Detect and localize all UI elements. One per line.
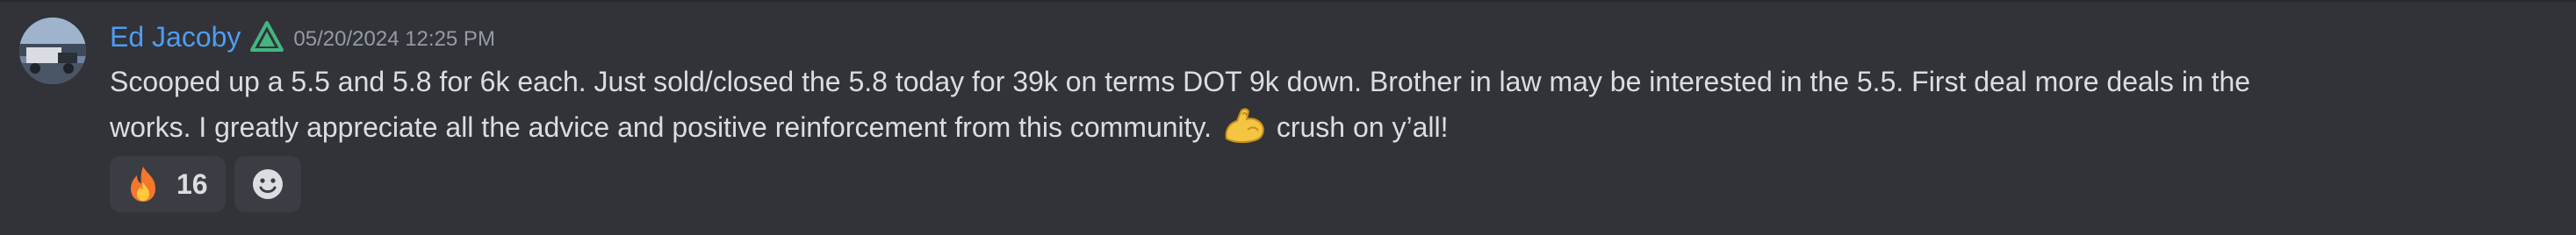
timestamp: 05/20/2024 12:25 PM xyxy=(293,27,495,51)
chat-message: Ed Jacoby 05/20/2024 12:25 PM Scooped up… xyxy=(0,2,2576,235)
message-text-before-emoji: works. I greatly appreciate all the advi… xyxy=(110,111,1212,143)
reactions-bar: 16 xyxy=(110,156,301,212)
message-line-1: Scooped up a 5.5 and 5.8 for 6k each. Ju… xyxy=(110,66,2251,97)
warning-triangle-icon[interactable] xyxy=(249,19,284,54)
reaction-count: 16 xyxy=(176,167,208,200)
message-content: Scooped up a 5.5 and 5.8 for 6k each. Ju… xyxy=(110,60,2551,149)
avatar-image xyxy=(19,18,86,84)
flexed-biceps-emoji xyxy=(1221,103,1267,146)
add-reaction-button[interactable] xyxy=(234,156,301,212)
message-header: Ed Jacoby 05/20/2024 12:25 PM xyxy=(110,18,495,56)
fire-emoji xyxy=(124,165,162,203)
smiley-add-reaction-icon xyxy=(252,169,283,199)
reaction-fire[interactable]: 16 xyxy=(110,156,226,212)
avatar[interactable] xyxy=(19,18,86,84)
username[interactable]: Ed Jacoby xyxy=(110,18,241,56)
message-text-after-emoji: crush on y’all! xyxy=(1276,111,1449,143)
message-line-2: works. I greatly appreciate all the advi… xyxy=(110,103,2551,149)
